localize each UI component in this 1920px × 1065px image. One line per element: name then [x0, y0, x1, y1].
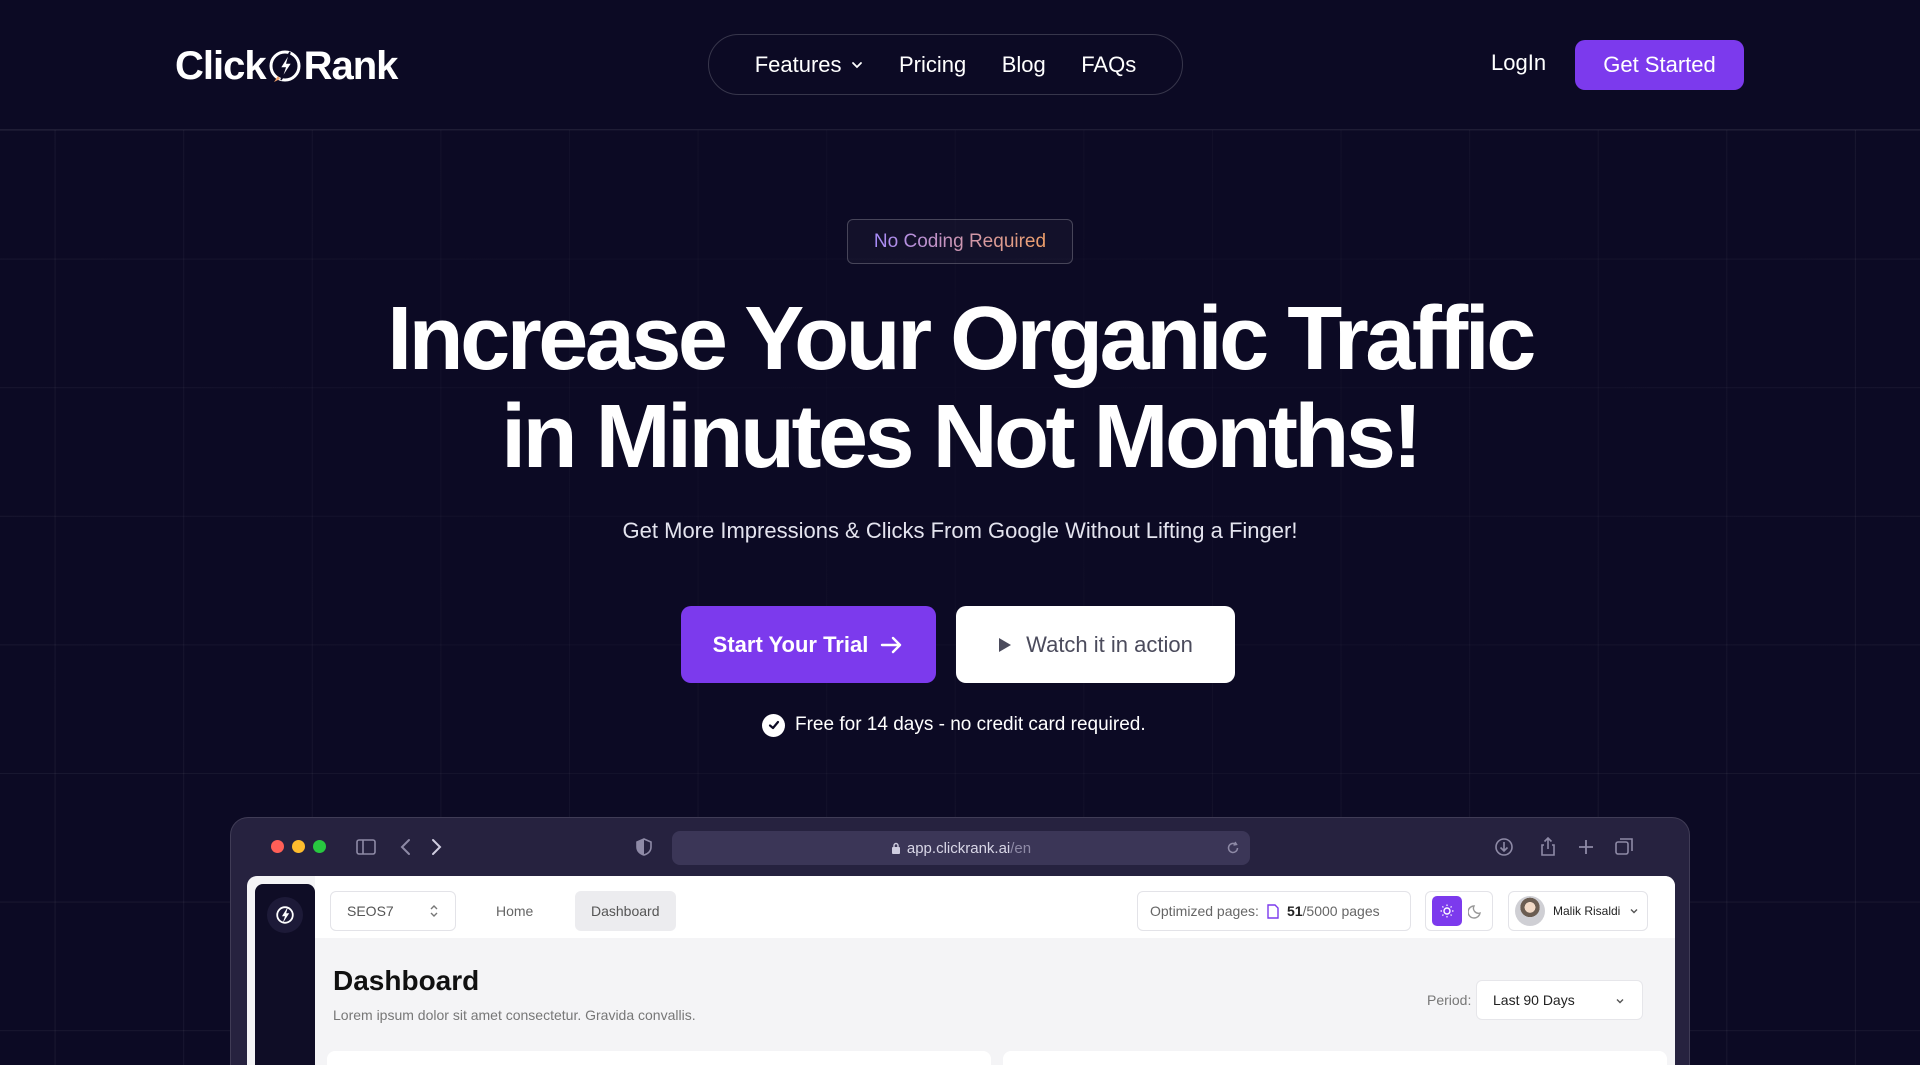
tabs-overview-icon: [1615, 838, 1633, 855]
check-circle-icon: [762, 713, 785, 737]
optimized-count: 51: [1286, 903, 1303, 919]
hero-headline: Increase Your Organic Traffic in Minutes…: [260, 290, 1660, 486]
maximize-dot-icon: [313, 840, 326, 853]
nav-pricing-label: Pricing: [899, 51, 967, 77]
lock-icon: [891, 842, 900, 854]
period-value: Last 90 Days: [1493, 992, 1575, 1008]
login-link[interactable]: LogIn: [1491, 50, 1546, 76]
forward-arrow-icon: [432, 839, 442, 855]
app-window: SEOS7 Home Dashboard Optimized pages: 51…: [247, 876, 1675, 1065]
optimized-pages-counter: Optimized pages: 51/5000 pages: [1137, 891, 1411, 931]
document-icon: [1267, 903, 1279, 919]
start-trial-button[interactable]: Start Your Trial: [681, 606, 936, 683]
clickrank-logo[interactable]: Click Rank: [175, 42, 399, 90]
start-trial-label: Start Your Trial: [712, 631, 869, 657]
app-topbar: SEOS7 Home Dashboard Optimized pages: 51…: [315, 876, 1675, 938]
user-name: Malik Risaldi: [1553, 904, 1621, 918]
no-coding-badge: No Coding Required: [847, 219, 1073, 264]
url-host: app.clickrank.ai: [906, 839, 1011, 857]
page-subtitle: Lorem ipsum dolor sit amet consectetur. …: [333, 1007, 696, 1023]
close-dot-icon: [271, 840, 284, 853]
reload-icon[interactable]: [1226, 841, 1240, 855]
dashboard-card: [327, 1051, 991, 1065]
chevron-down-icon: [1616, 999, 1624, 1004]
optimized-total: /5000 pages: [1302, 903, 1380, 919]
hero-subheadline: Get More Impressions & Clicks From Googl…: [622, 518, 1298, 543]
main-nav: Features Pricing Blog FAQs: [708, 34, 1183, 95]
nav-blog[interactable]: Blog: [1002, 52, 1046, 78]
browser-mockup: app.clickrank.ai/en SEOS7 Home Dashboard…: [230, 817, 1690, 1065]
chevron-down-icon: [851, 61, 862, 68]
rocket-logo-icon: [269, 50, 301, 82]
sidebar-toggle-icon: [356, 839, 376, 855]
optimized-label: Optimized pages:: [1150, 903, 1259, 919]
nav-pricing[interactable]: Pricing: [899, 52, 966, 78]
moon-icon[interactable]: [1468, 903, 1484, 919]
updown-chevron-icon: [430, 905, 438, 917]
workspace-select[interactable]: SEOS7: [330, 891, 456, 931]
sun-icon[interactable]: [1432, 896, 1462, 926]
minimize-dot-icon: [292, 840, 305, 853]
dashboard-card: [1003, 1051, 1667, 1065]
avatar: [1515, 896, 1545, 926]
page-title: Dashboard: [333, 965, 480, 996]
free-trial-note: Free for 14 days - no credit card requir…: [762, 712, 1146, 738]
headline-line-1: Increase Your Organic Traffic: [387, 289, 1536, 389]
theme-toggle[interactable]: [1425, 891, 1493, 931]
nav-blog-label: Blog: [1001, 51, 1046, 77]
breadcrumb-dashboard[interactable]: Dashboard: [575, 891, 676, 931]
share-icon: [1541, 836, 1555, 856]
nav-features[interactable]: Features: [755, 52, 864, 78]
user-menu[interactable]: Malik Risaldi: [1508, 891, 1648, 931]
free-note-text: Free for 14 days - no credit card requir…: [795, 714, 1146, 735]
logo-text-click: Click: [175, 43, 267, 88]
arrow-right-icon: [881, 636, 902, 653]
nav-features-label: Features: [754, 51, 842, 77]
period-select[interactable]: Last 90 Days: [1476, 980, 1643, 1020]
badge-label: No Coding Required: [873, 230, 1047, 252]
nav-faqs-label: FAQs: [1081, 51, 1137, 77]
site-header: Click Rank Features Pricing Blog FAQs Lo…: [0, 0, 1920, 130]
period-label: Period:: [1427, 992, 1472, 1008]
watch-label: Watch it in action: [1026, 631, 1193, 657]
breadcrumb-home[interactable]: Home: [480, 891, 549, 931]
nav-faqs[interactable]: FAQs: [1081, 52, 1136, 78]
back-arrow-icon: [400, 839, 410, 855]
app-sidebar: [255, 884, 315, 1065]
new-tab-plus-icon: [1579, 840, 1593, 854]
url-path: /en: [1010, 839, 1032, 857]
window-controls: [271, 840, 326, 853]
play-icon: [999, 637, 1012, 652]
get-started-button[interactable]: Get Started: [1575, 40, 1744, 90]
watch-in-action-button[interactable]: Watch it in action: [956, 606, 1235, 683]
chevron-down-icon: [1630, 909, 1638, 914]
download-icon: [1495, 838, 1513, 856]
workspace-value: SEOS7: [347, 903, 394, 919]
app-logo-icon[interactable]: [267, 897, 303, 933]
url-bar[interactable]: app.clickrank.ai/en: [672, 831, 1250, 865]
headline-line-2: in Minutes Not Months!: [501, 387, 1422, 487]
logo-text-rank: Rank: [303, 43, 399, 88]
shield-icon: [636, 838, 652, 856]
